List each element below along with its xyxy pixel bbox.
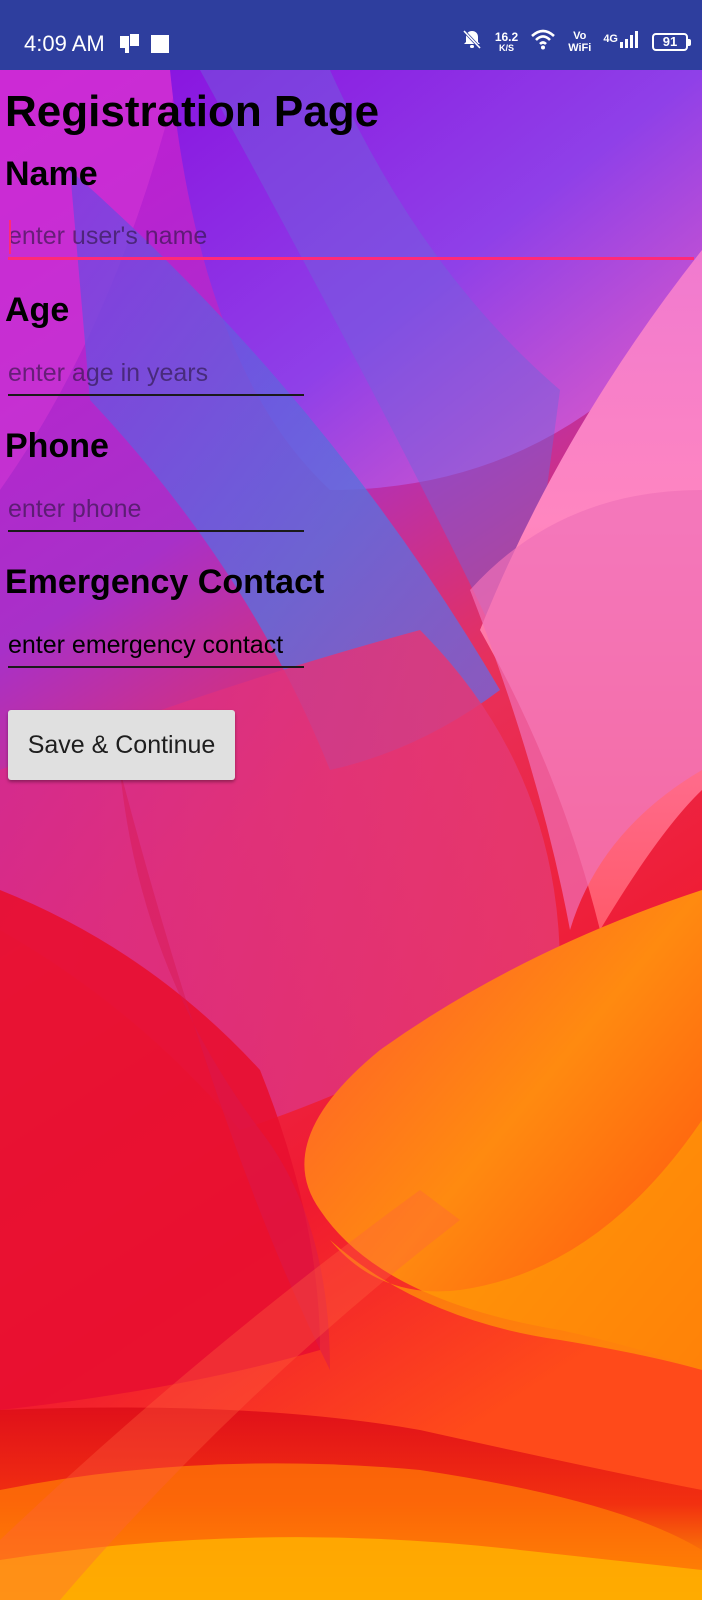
age-input[interactable] [8,352,304,396]
network-speed-value: 16.2 [494,29,519,44]
phone-label: Phone [5,427,109,465]
emergency-contact-label: Emergency Contact [5,563,325,601]
stop-square-icon [150,34,170,59]
bell-muted-icon [461,28,483,55]
phone-input[interactable] [8,488,304,532]
vowifi-top-label: Vo [573,29,587,42]
save-continue-button[interactable]: Save & Continue [8,710,235,780]
text-cursor [9,220,11,254]
signal-bars-icon [620,30,640,53]
vowifi-indicator: Vo WiFi [568,30,591,54]
signal-indicator: 4G [603,30,640,53]
emergency-contact-input[interactable] [8,624,304,668]
wallpaper-background [0,70,702,1600]
network-speed-unit: K/S [499,42,515,53]
status-time: 4:09 AM [24,31,105,56]
battery-level: 91 [662,33,678,49]
name-input[interactable] [8,216,694,260]
battery-icon: 91 [652,32,691,51]
page-title: Registration Page [5,87,380,136]
status-right-icons: 16.2 K/S Vo WiFi 4G 91 [461,28,691,55]
network-type-label: 4G [603,33,618,45]
network-speed: 16.2 K/S [495,31,518,53]
notification-app-icon [118,33,142,60]
name-label: Name [5,155,98,193]
status-left-icons [118,33,170,60]
status-bar: 4:09 AM 16.2 K/S Vo WiFi 4G 91 [0,0,702,70]
vowifi-bottom-label: WiFi [568,41,592,54]
wifi-icon [530,28,556,55]
age-label: Age [5,291,70,329]
